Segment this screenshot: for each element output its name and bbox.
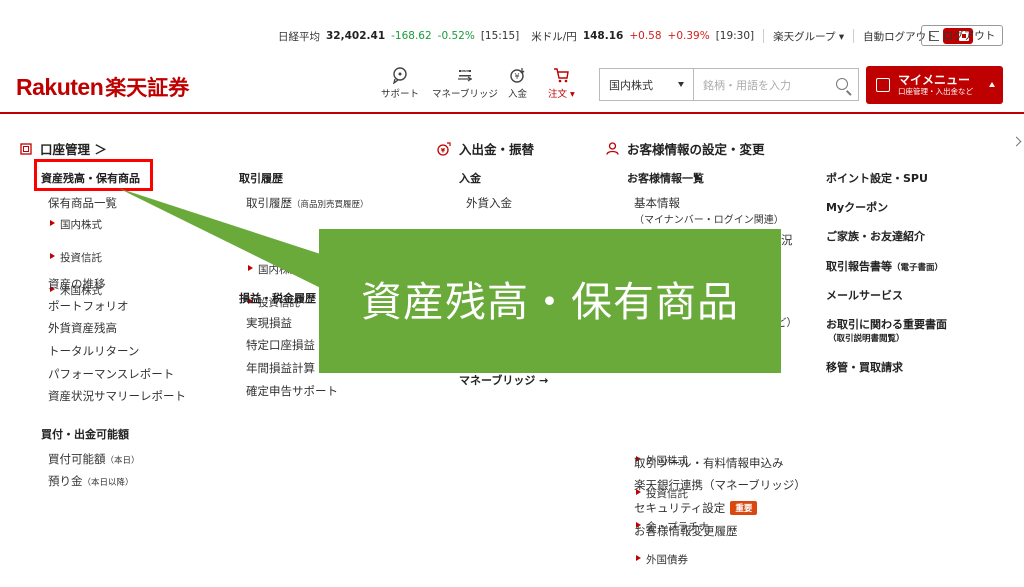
svg-text:BANK: BANK xyxy=(461,69,470,73)
order-menu[interactable]: 注文 ▾ xyxy=(548,66,575,100)
search-icon[interactable] xyxy=(836,78,848,90)
nikkei-percent: -0.52% xyxy=(437,30,475,42)
nikkei-value: 32,402.41 xyxy=(326,30,386,42)
nikkei-time: [15:15] xyxy=(480,30,520,42)
buying-power-heading: 買付・出金可能額 xyxy=(41,428,129,441)
pl-tax-heading: 損益・税金履歴 xyxy=(239,292,316,305)
logout-label: ログアウト xyxy=(942,30,996,42)
moneybridge-menu-link[interactable]: マネーブリッジ → xyxy=(459,372,548,388)
svg-text:¥: ¥ xyxy=(514,72,519,81)
customer-info-history-link[interactable]: お客様情報変更履歴 xyxy=(634,523,738,539)
important-documents-note: （取引説明書閲覧） xyxy=(828,334,905,344)
deposit-link[interactable]: ¥ 入金 xyxy=(508,66,527,100)
deposit-icon: ¥ xyxy=(509,68,524,83)
highlight-box xyxy=(34,159,153,191)
tax-return-support-link[interactable]: 確定申告サポート xyxy=(246,383,338,399)
basic-info-link[interactable]: 基本情報 xyxy=(634,195,680,211)
trade-reports-link[interactable]: 取引報告書等（電子書面） xyxy=(826,258,943,274)
customer-info-list-heading: お客様情報一覧 xyxy=(627,172,704,185)
nikkei-change: -168.62 xyxy=(391,30,432,42)
rakuten-group-link[interactable]: 楽天グループ ▾ xyxy=(773,29,844,44)
person-icon xyxy=(606,142,619,155)
mymenu-subtitle: 口座管理・入出金など xyxy=(898,86,973,96)
logout-icon xyxy=(928,30,939,41)
foreign-assets-link[interactable]: 外貨資産残高 xyxy=(48,320,117,336)
basic-info-note: （マイナンバー・ログイン関連） xyxy=(634,215,784,226)
point-settings-link[interactable]: ポイント設定・SPU xyxy=(826,170,928,186)
search-input[interactable]: 銘柄・用語を入力 xyxy=(693,68,859,101)
realized-pl-link[interactable]: 実現損益 xyxy=(246,315,292,331)
account-icon xyxy=(20,142,32,155)
divider xyxy=(763,29,765,43)
customer-foreign-bonds[interactable]: 外国債券 xyxy=(634,552,1024,567)
callout-label: 資産残高・保有商品 xyxy=(361,278,739,326)
trading-tools-link[interactable]: 取引ツール・有料情報申込み xyxy=(634,455,784,471)
bank-icon: BANK xyxy=(457,69,473,82)
deposit-withdraw-icon: ¥ xyxy=(437,141,451,156)
support-label: サポート xyxy=(381,89,420,100)
svg-text:¥: ¥ xyxy=(441,147,446,154)
search-placeholder: 銘柄・用語を入力 xyxy=(703,78,791,92)
header-divider xyxy=(0,112,1024,114)
total-return-link[interactable]: トータルリターン xyxy=(48,343,139,359)
customer-info-title[interactable]: お客様情報の設定・変更 xyxy=(606,139,765,158)
my-coupon-link[interactable]: Myクーポン xyxy=(826,199,888,215)
market-ticker: 日経平均 32,402.41 -168.62 -0.52% [15:15] 米ド… xyxy=(278,26,973,46)
specific-account-pl-link[interactable]: 特定口座損益 xyxy=(246,337,315,353)
rakuten-bank-link[interactable]: 楽天銀行連携（マネーブリッジ） xyxy=(634,477,806,493)
support-link[interactable]: サポート xyxy=(381,66,419,100)
account-management-title[interactable]: 口座管理 ＞ xyxy=(20,139,107,158)
trade-history-link[interactable]: 取引履歴（商品別売買履歴） xyxy=(246,195,369,211)
important-badge: 重要 xyxy=(730,501,758,515)
holdings-list-link[interactable]: 保有商品一覧 xyxy=(48,195,117,211)
important-documents-link[interactable]: お取引に関わる重要書面 xyxy=(826,316,947,332)
foreign-deposit-link[interactable]: 外貨入金 xyxy=(466,195,512,211)
usdjpy-value: 148.16 xyxy=(582,30,624,42)
annual-pl-link[interactable]: 年間損益計算 xyxy=(246,360,315,376)
performance-report-link[interactable]: パフォーマンスレポート xyxy=(48,366,174,382)
moneybridge-label: マネーブリッジ xyxy=(432,89,498,100)
deposit-label: 入金 xyxy=(508,89,528,100)
asset-trend-link[interactable]: 資産の推移 xyxy=(48,276,106,292)
transfer-purchase-link[interactable]: 移管・買取請求 xyxy=(826,359,903,375)
usdjpy-label: 米ドル/円 xyxy=(531,30,577,43)
usdjpy-time: [19:30] xyxy=(715,30,755,42)
rakuten-logo[interactable]: Rakuten楽天証券 xyxy=(16,72,189,102)
security-settings-link[interactable]: セキュリティ設定 重要 xyxy=(634,500,758,516)
deposit-withdraw-title[interactable]: ¥ 入出金・振替 xyxy=(437,139,534,158)
asset-summary-report-link[interactable]: 資産状況サマリーレポート xyxy=(48,388,186,404)
usdjpy-percent: +0.39% xyxy=(667,30,710,42)
mymenu-title: マイメニュー xyxy=(898,72,971,87)
support-icon xyxy=(393,67,407,84)
usdjpy-change: +0.58 xyxy=(629,30,662,42)
truncated-text: 況 xyxy=(781,233,793,247)
market-select-value: 国内株式 xyxy=(609,78,653,92)
portfolio-link[interactable]: ポートフォリオ xyxy=(48,298,129,314)
logo-en: Rakuten xyxy=(16,74,104,100)
mail-service-link[interactable]: メールサービス xyxy=(826,287,903,303)
nikkei-label: 日経平均 xyxy=(278,30,320,43)
trade-history-heading: 取引履歴 xyxy=(239,172,283,185)
market-select[interactable]: 国内株式 xyxy=(599,68,693,101)
mymenu-button[interactable]: マイメニュー 口座管理・入出金など xyxy=(866,66,1003,104)
chevron-up-icon xyxy=(989,82,995,87)
buying-power-link[interactable]: 買付可能額（本日） xyxy=(48,451,140,467)
order-label: 注文 ▾ xyxy=(548,89,575,100)
deposit-heading: 入金 xyxy=(459,172,481,185)
deposits-link[interactable]: 預り金（本日以降） xyxy=(48,473,134,489)
chevron-right-icon[interactable] xyxy=(1011,136,1022,147)
cart-icon xyxy=(554,68,570,83)
logo-jp: 楽天証券 xyxy=(105,77,190,100)
divider xyxy=(853,29,855,43)
family-referral-link[interactable]: ご家族・お友達紹介 xyxy=(826,228,925,244)
chevron-down-icon xyxy=(678,82,684,87)
mymenu-icon xyxy=(876,78,890,92)
moneybridge-link[interactable]: BANK マネーブリッジ xyxy=(432,66,498,100)
